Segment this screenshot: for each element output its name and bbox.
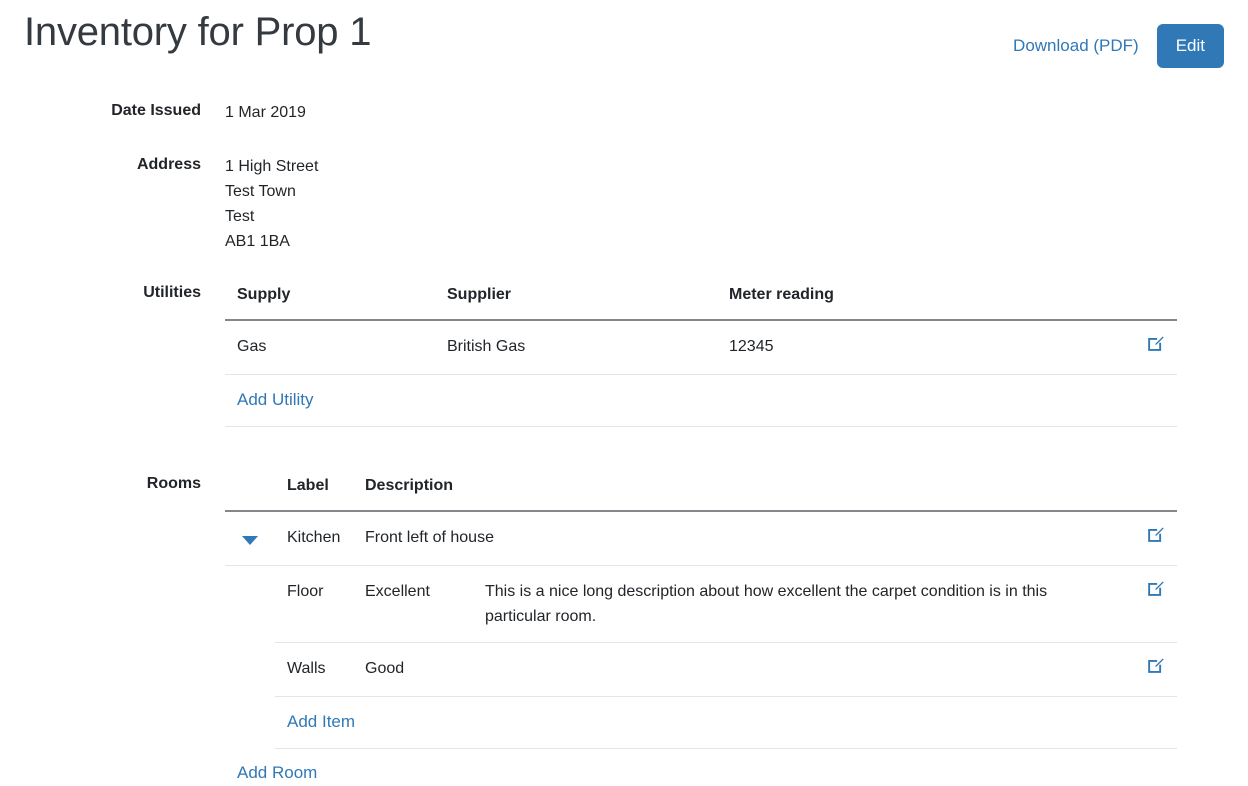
date-issued-value: 1 Mar 2019 [225, 104, 306, 121]
date-issued-label: Date Issued [111, 102, 201, 119]
field-row-rooms: Rooms Label Description Kitchen Front le… [24, 473, 1224, 786]
rooms-header-row: Label Description [225, 473, 1177, 512]
address-value: 1 High Street Test Town Test AB1 1BA [225, 154, 1224, 254]
address-line: Test [225, 208, 255, 225]
field-row-date-issued: Date Issued 1 Mar 2019 [24, 100, 1224, 125]
room-toggle-cell[interactable] [225, 511, 275, 566]
room-label: Kitchen [275, 511, 353, 566]
add-room-link[interactable]: Add Room [237, 763, 317, 782]
add-item-link[interactable]: Add Item [287, 712, 355, 731]
page-header: Inventory for Prop 1 Download (PDF) Edit [24, 0, 1224, 72]
room-items-table: Floor Excellent This is a nice long desc… [275, 566, 1177, 749]
room-description: Front left of house [353, 511, 1119, 566]
column-header-actions [1119, 473, 1177, 512]
utilities-add-row: Add Utility [225, 374, 1177, 427]
rooms-section: Label Description Kitchen Front left of … [225, 473, 1224, 786]
edit-square-icon[interactable] [1146, 334, 1165, 353]
field-row-address: Address 1 High Street Test Town Test AB1… [24, 154, 1224, 254]
page-title: Inventory for Prop 1 [24, 10, 372, 54]
rooms-table: Label Description Kitchen Front left of … [225, 473, 1177, 749]
edit-square-icon[interactable] [1146, 579, 1165, 598]
list-item: Walls Good [275, 642, 1177, 697]
utilities-add-cell: Add Utility [225, 374, 1177, 427]
address-line: AB1 1BA [225, 233, 290, 250]
address-line: Test Town [225, 183, 296, 200]
address-label: Address [136, 156, 201, 173]
room-items-spacer [225, 566, 275, 750]
room-actions-cell [1119, 511, 1177, 566]
edit-square-icon[interactable] [1146, 525, 1165, 544]
utility-supply: Gas [225, 320, 435, 375]
item-description: This is a nice long description about ho… [473, 566, 1119, 643]
column-header-supply: Supply [225, 282, 435, 321]
column-header-meter-reading: Meter reading [717, 282, 1119, 321]
list-item: Floor Excellent This is a nice long desc… [275, 566, 1177, 643]
column-header-description: Description [353, 473, 1119, 512]
inventory-page: Inventory for Prop 1 Download (PDF) Edit… [0, 0, 1248, 782]
room-items-row: Floor Excellent This is a nice long desc… [225, 566, 1177, 750]
room-add-item-row: Add Item [275, 696, 1177, 749]
rooms-add-wrap: Add Room [225, 761, 1224, 786]
add-utility-link[interactable]: Add Utility [237, 390, 314, 409]
edit-square-icon[interactable] [1146, 656, 1165, 675]
utility-supplier: British Gas [435, 320, 717, 375]
column-header-supplier: Supplier [435, 282, 717, 321]
item-condition: Good [353, 642, 473, 697]
utilities-label: Utilities [143, 284, 201, 301]
room-add-item-cell: Add Item [275, 696, 1177, 749]
item-actions-cell [1119, 642, 1177, 697]
item-label: Floor [275, 566, 353, 643]
table-row: Gas British Gas 12345 [225, 320, 1177, 375]
item-actions-cell [1119, 566, 1177, 643]
item-condition: Excellent [353, 566, 473, 643]
room-items-container: Floor Excellent This is a nice long desc… [275, 566, 1177, 749]
utility-meter-reading: 12345 [717, 320, 1119, 375]
caret-down-icon[interactable] [242, 536, 258, 546]
header-actions: Download (PDF) Edit [1013, 8, 1224, 68]
download-pdf-link[interactable]: Download (PDF) [1013, 36, 1139, 56]
field-row-utilities: Utilities Supply Supplier Meter reading [24, 282, 1224, 427]
utilities-table: Supply Supplier Meter reading Gas Britis… [225, 282, 1177, 427]
column-header-toggle [225, 473, 275, 512]
item-description [473, 642, 1119, 697]
column-header-label: Label [275, 473, 353, 512]
column-header-actions [1119, 282, 1177, 321]
edit-button[interactable]: Edit [1156, 24, 1224, 68]
utilities-header-row: Supply Supplier Meter reading [225, 282, 1177, 321]
utility-actions-cell [1119, 320, 1177, 375]
address-line: 1 High Street [225, 158, 319, 175]
rooms-label: Rooms [146, 475, 201, 492]
item-label: Walls [275, 642, 353, 697]
utilities-section: Supply Supplier Meter reading Gas Britis… [225, 282, 1224, 427]
table-row: Kitchen Front left of house [225, 511, 1177, 566]
